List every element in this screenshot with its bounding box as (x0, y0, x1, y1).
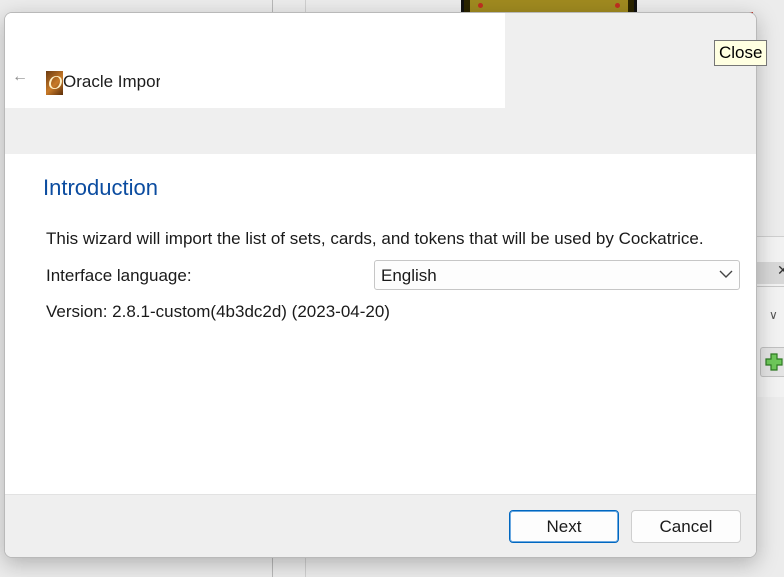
interface-language-label: Interface language: (46, 266, 192, 285)
selected-language: English (381, 266, 437, 285)
button-bar: Next Cancel (5, 494, 756, 557)
background-divider (755, 286, 784, 287)
panel-close-icon[interactable]: ✕ (777, 262, 784, 279)
window-title: Oracle Importer (63, 72, 160, 91)
title-area: ← Oracle Importer O (5, 13, 505, 108)
intro-description: This wizard will import the list of sets… (46, 229, 704, 248)
page-title: Introduction (43, 175, 158, 200)
card-gem-icon (615, 3, 620, 8)
version-text: Version: 2.8.1-custom(4b3dc2d) (2023-04-… (46, 302, 390, 321)
next-button[interactable]: Next (509, 510, 619, 543)
add-button[interactable] (760, 347, 784, 377)
wizard-page: Introduction This wizard will import the… (5, 154, 756, 494)
chevron-down-icon[interactable]: ∨ (769, 308, 778, 322)
close-tooltip: Close (714, 40, 768, 66)
interface-language-select[interactable]: English (374, 260, 740, 290)
card-gem-icon (478, 3, 483, 8)
plus-icon (765, 353, 783, 371)
oracle-app-icon: O (46, 71, 63, 95)
app-icon-letter: O (48, 72, 63, 94)
oracle-importer-dialog: ← Oracle Importer O Introduction This wi… (4, 12, 757, 558)
cancel-button[interactable]: Cancel (631, 510, 741, 543)
title-bar: ← Oracle Importer O (5, 13, 756, 154)
back-arrow-icon[interactable]: ← (12, 68, 28, 86)
chevron-down-icon (719, 270, 733, 278)
